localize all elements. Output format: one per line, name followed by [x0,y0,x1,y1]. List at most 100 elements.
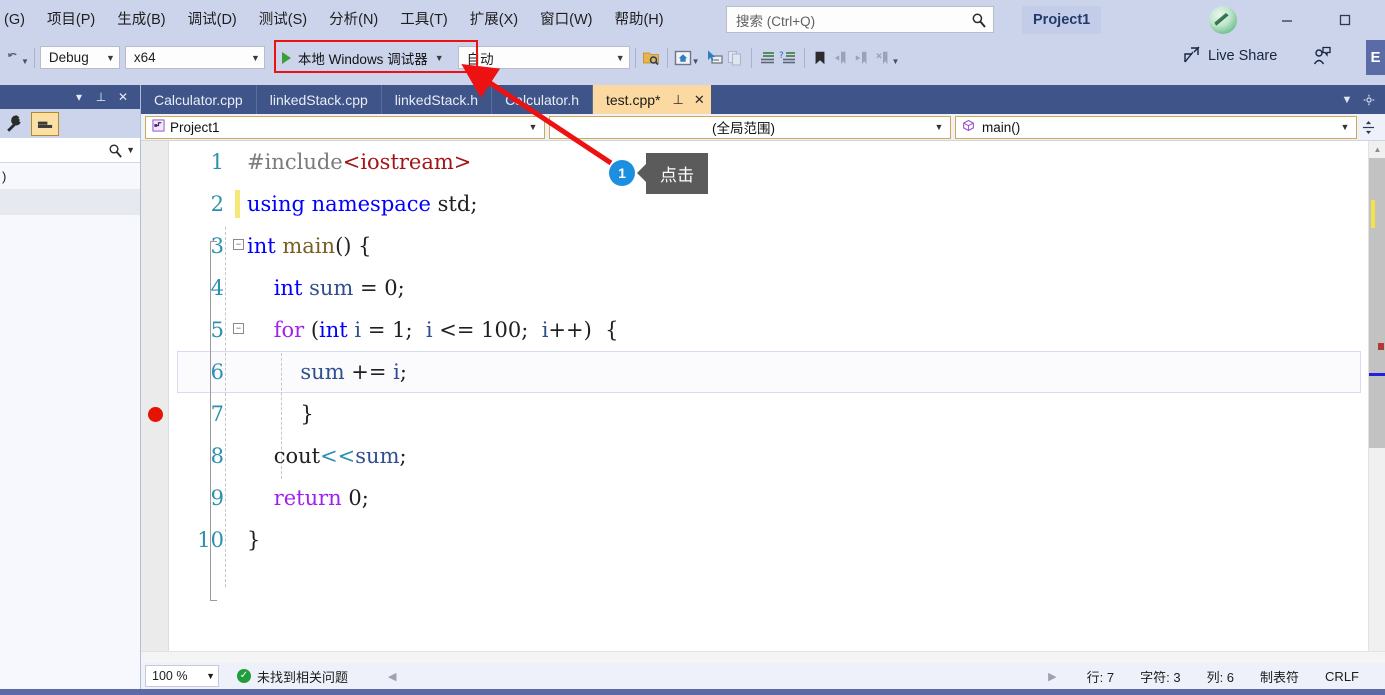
line-number: 4 [210,276,224,300]
play-icon [281,51,291,64]
window-maximize-button[interactable] [1330,6,1360,34]
menu-item-help[interactable]: 帮助(H) [603,0,674,40]
toolbar-separator [33,47,35,68]
menu-item-build[interactable]: 生成(B) [106,0,176,40]
breakpoint-gutter[interactable] [141,141,169,669]
solution-configuration-combo[interactable]: Debug ▼ [39,46,120,69]
vertical-scroll-thumb[interactable] [1369,158,1385,448]
toolbar-separator [634,47,636,68]
search-placeholder-text: 搜索 (Ctrl+Q) [736,13,816,29]
code-lines: 1 #include<iostream> 2 using namespace s… [169,141,618,561]
scroll-up-icon[interactable]: ▲ [1369,141,1385,158]
tab-linkedstack-cpp[interactable]: linkedStack.cpp [257,85,382,114]
method-icon [962,119,975,135]
tab-test-cpp[interactable]: test.cpp* ⊥ ✕ [593,85,711,114]
undo-dropdown-icon[interactable]: ▼ [21,57,29,66]
navbar-member-combo[interactable]: main() ▼ [955,115,1357,139]
navbar-project-combo[interactable]: Project1 ▼ [145,115,545,139]
code-line: 6 sum += i; [169,351,407,393]
panel-close-icon[interactable]: ✕ [112,87,134,107]
tab-list-dropdown-icon[interactable]: ▼ [1336,85,1358,114]
undo-icon[interactable] [2,47,23,68]
tab-calculator-h[interactable]: Calculator.h [492,85,593,114]
menu-item-window[interactable]: 窗口(W) [529,0,603,40]
avatar[interactable] [1209,6,1237,34]
split-editor-icon[interactable] [1357,120,1379,135]
pointer-select-icon[interactable] [704,47,725,68]
scrollbar-caret-marker [1369,373,1385,376]
tab-linkedstack-h[interactable]: linkedStack.h [382,85,493,114]
send-feedback-icon[interactable] [1312,46,1332,66]
code-text-area[interactable]: 1 #include<iostream> 2 using namespace s… [141,141,1385,669]
tab-pin-icon[interactable]: ⊥ [672,92,683,108]
problems-status[interactable]: ✓ 未找到相关问题 [237,667,348,686]
menu-item-tools[interactable]: 工具(T) [389,0,459,40]
panel-dropdown-icon[interactable]: ▾ [68,87,90,107]
tab-strip-gear-icon[interactable] [1358,85,1380,114]
copy-icon [725,47,746,68]
start-debugging-button[interactable]: 本地 Windows 调试器 ▼ [275,45,451,70]
left-panel-caption: ▾ ⊥ ✕ [0,85,140,109]
tab-calculator-cpp[interactable]: Calculator.cpp [141,85,257,114]
home-dropdown-icon[interactable]: ▼ [692,57,700,66]
chevron-down-icon[interactable]: ▼ [126,145,135,155]
tab-label: linkedStack.cpp [269,91,368,108]
debug-target-combo[interactable]: 自动 ▼ [457,46,630,69]
solution-explorer-icon[interactable] [641,47,662,68]
menu-item-test[interactable]: 测试(S) [248,0,318,40]
edge-browser-button[interactable]: E [1366,40,1385,75]
zoom-level-combo[interactable]: 100 % ▼ [145,665,219,687]
wrench-icon[interactable] [4,113,26,135]
tab-close-icon[interactable]: ✕ [694,92,705,108]
left-panel-row[interactable] [0,189,140,215]
left-panel-search[interactable]: ▼ [0,138,140,163]
collapse-outline-icon[interactable]: − [233,323,244,334]
home-icon[interactable] [673,47,694,68]
left-panel-row[interactable]: ) [0,163,140,189]
menu-item-list: (G) 项目(P) 生成(B) 调试(D) 测试(S) 分析(N) 工具(T) … [0,0,675,40]
menu-item-g[interactable]: (G) [0,0,36,40]
live-share-label: Live Share [1208,47,1278,64]
collapse-outline-icon[interactable]: − [233,239,244,250]
code-line: 3 − int main() { [169,225,372,267]
chevron-down-icon: ▼ [934,122,944,132]
line-text: using namespace std; [247,192,478,216]
properties-icon[interactable] [31,111,59,136]
chevron-down-icon: ▼ [615,52,625,63]
status-scroll-right-icon[interactable]: ▶ [1048,670,1056,683]
toolbar-overflow-icon[interactable]: ▼ [892,57,900,66]
left-tool-window: ▾ ⊥ ✕ ▼ ) [0,85,141,695]
breakpoint-marker[interactable] [148,407,163,422]
bookmark-icon[interactable] [810,47,831,68]
navbar-scope-combo[interactable]: (全局范围) ▼ [549,115,951,139]
window-minimize-button[interactable] [1272,6,1302,34]
menu-item-project[interactable]: 项目(P) [36,0,106,40]
clear-bookmark-icon [873,47,894,68]
line-number: 6 [210,360,224,384]
vertical-scrollbar[interactable]: ▲ ▼ [1368,141,1385,669]
solution-platform-combo[interactable]: x64 ▼ [124,46,265,69]
share-icon [1183,46,1202,65]
tab-label: Calculator.cpp [154,91,243,108]
tab-label: linkedStack.h [394,91,479,108]
uncomment-icon[interactable]: ? [778,47,799,68]
quick-launch-search[interactable]: 搜索 (Ctrl+Q) [726,6,994,33]
chevron-down-icon[interactable]: ▼ [428,53,444,63]
left-panel-row[interactable] [0,215,140,241]
solution-configuration-value: Debug [48,50,89,65]
editor-region: Calculator.cpp linkedStack.cpp linkedSta… [141,85,1385,695]
panel-pin-icon[interactable]: ⊥ [90,87,112,107]
comment-icon[interactable] [757,47,778,68]
toolbar-separator [750,47,752,68]
menu-item-extensions[interactable]: 扩展(X) [459,0,529,40]
line-text: return 0; [273,486,369,510]
tab-strip-controls: ▼ [1336,85,1385,114]
chevron-down-icon: ▼ [528,122,538,132]
live-share-button[interactable]: Live Share [1183,46,1277,65]
menu-item-debug[interactable]: 调试(D) [177,0,248,40]
menu-item-analyze[interactable]: 分析(N) [318,0,389,40]
status-bar-right: ▶ 行: 7 字符: 3 列: 6 制表符 CRLF [1048,667,1385,686]
line-text: int main() { [247,234,372,258]
line-text: sum += i; [300,360,407,384]
status-scroll-left-icon[interactable]: ◀ [388,670,396,683]
